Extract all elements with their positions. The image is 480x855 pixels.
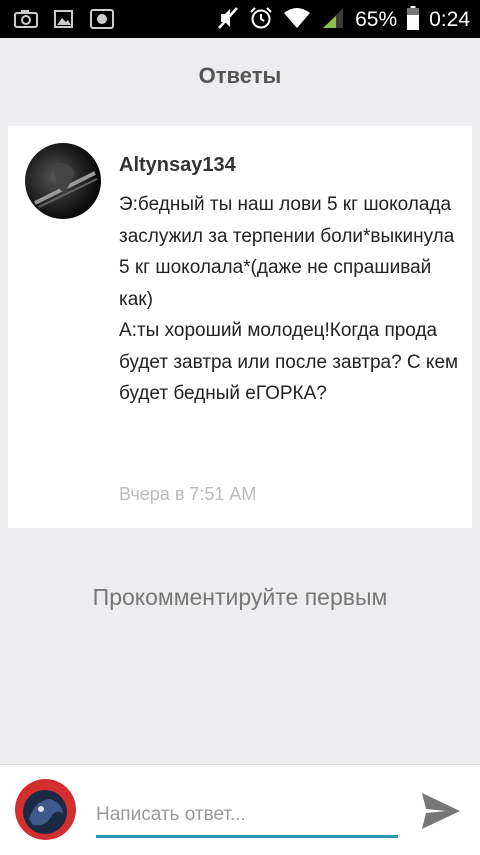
battery-icon <box>407 6 420 34</box>
mute-icon <box>217 6 239 34</box>
comment-text: Э:бедный ты наш лови 5 кг шоколада заслу… <box>119 194 459 404</box>
clock: 0:24 <box>429 8 470 31</box>
reply-bar <box>0 764 480 855</box>
screenshot-icon <box>90 9 114 29</box>
comment-card[interactable]: Altynsay134 Э:бедный ты наш лови 5 кг шо… <box>8 126 472 528</box>
empty-state-message: Прокомментируйте первым <box>92 584 388 610</box>
my-avatar <box>15 779 76 840</box>
battery-percent: 65% <box>355 8 398 31</box>
camera-icon <box>14 9 38 29</box>
user-avatar[interactable] <box>25 143 101 219</box>
comment-username[interactable]: Altynsay134 <box>119 154 236 177</box>
signal-icon <box>321 7 345 33</box>
comment-timestamp: Вчера в 7:51 AM <box>119 484 257 504</box>
alarm-icon <box>249 6 273 34</box>
wifi-icon <box>283 7 311 33</box>
send-button[interactable] <box>420 791 462 831</box>
gallery-icon <box>52 9 76 29</box>
status-bar: 65% 0:24 <box>0 0 480 38</box>
reply-input[interactable] <box>96 795 398 838</box>
page-title: Ответы <box>198 63 282 88</box>
app-header: Ответы <box>0 38 480 114</box>
send-icon <box>422 793 460 829</box>
